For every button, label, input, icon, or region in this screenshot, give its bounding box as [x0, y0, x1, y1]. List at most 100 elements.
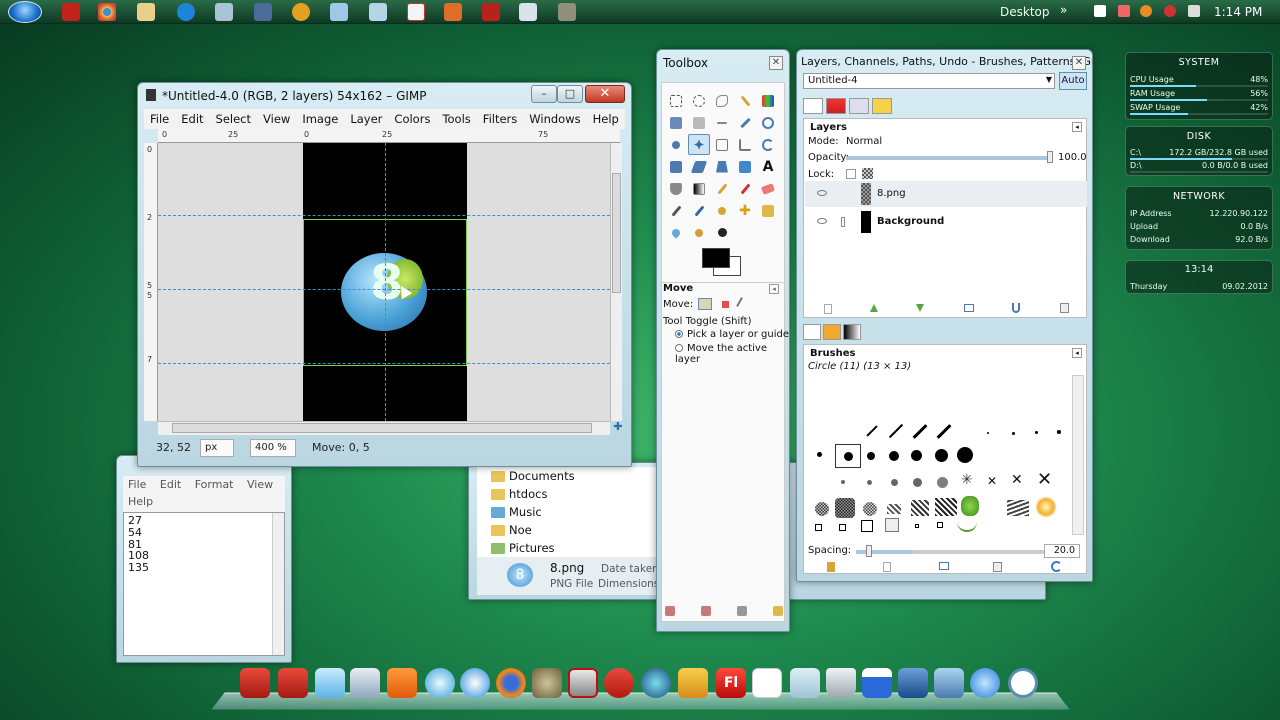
brush-texture[interactable] [887, 504, 901, 514]
layer-row[interactable]: Background [805, 209, 1087, 235]
foreground-color-swatch[interactable] [702, 248, 730, 268]
chrome-icon[interactable] [98, 3, 116, 21]
rotate-tool-icon[interactable] [757, 134, 779, 155]
app-icon[interactable] [215, 3, 233, 21]
lock-pixels-checkbox[interactable] [846, 169, 856, 179]
acrobat-icon[interactable] [278, 668, 308, 698]
image-canvas[interactable]: 8 [158, 143, 610, 421]
menu-edit[interactable]: Edit [175, 109, 209, 129]
trash-icon[interactable] [826, 668, 856, 698]
scroll-thumb[interactable] [612, 173, 621, 293]
brush-circle[interactable] [957, 447, 973, 463]
delete-layer-icon[interactable] [1060, 303, 1069, 313]
new-layer-icon[interactable] [824, 304, 832, 314]
app-tray-icon[interactable] [1118, 5, 1130, 17]
brush-fuzzy[interactable] [937, 477, 948, 488]
scale-tool-icon[interactable] [665, 156, 687, 177]
layer-name[interactable]: Background [877, 216, 944, 227]
tab-gradients-icon[interactable] [843, 324, 861, 340]
layer-row[interactable]: 8.png [805, 181, 1087, 207]
scissors-tool-icon[interactable] [665, 112, 687, 133]
refresh-brush-icon[interactable] [1051, 561, 1062, 572]
tab-layers-icon[interactable] [803, 98, 823, 114]
menu-tools[interactable]: Tools [436, 109, 476, 129]
brush-scrollbar[interactable] [1072, 375, 1084, 535]
restore-options-icon[interactable] [701, 606, 711, 616]
radio-move-active[interactable] [675, 344, 683, 352]
minimize-button[interactable]: – [531, 85, 557, 103]
tool-options-menu-icon[interactable]: ◂ [769, 284, 779, 294]
brush-line-stroke[interactable] [912, 424, 928, 439]
tab-patterns-icon[interactable] [823, 324, 841, 340]
app-icon[interactable] [519, 3, 537, 21]
firefox-icon[interactable] [496, 668, 526, 698]
new-brush-icon[interactable] [883, 562, 891, 572]
paintbrush-tool-icon[interactable] [734, 178, 756, 199]
brush-line-stroke[interactable] [936, 424, 952, 439]
clock-time[interactable]: 1:14 PM [1214, 5, 1262, 19]
delete-options-icon[interactable] [737, 606, 747, 616]
folder-htdocs[interactable]: htdocs [509, 487, 547, 501]
app-icon[interactable] [970, 668, 1000, 698]
toolbox-titlebar[interactable]: Toolbox ✕ [657, 50, 789, 76]
safari-icon[interactable] [460, 668, 490, 698]
brush-circle[interactable] [867, 452, 875, 460]
reset-options-icon[interactable] [773, 606, 783, 616]
notepad-text-area[interactable]: 27 54 81 108 135 [123, 512, 285, 656]
firefox-tray-icon[interactable] [1140, 5, 1152, 17]
brush-vine[interactable] [957, 520, 977, 532]
vertical-ruler[interactable]: 0 2 5 5 7 [144, 143, 158, 421]
menu-filters[interactable]: Filters [477, 109, 523, 129]
calculator-icon[interactable] [350, 668, 380, 698]
calendar-icon[interactable] [862, 668, 892, 698]
clock-icon[interactable] [1008, 668, 1038, 698]
app-icon[interactable] [641, 668, 671, 698]
brush-square[interactable] [915, 524, 919, 528]
fuzzy-select-tool-icon[interactable] [734, 90, 756, 111]
panel-menu-icon[interactable]: ◂ [1072, 122, 1082, 132]
globe-icon[interactable] [425, 668, 455, 698]
brush-texture[interactable] [935, 498, 957, 516]
ink-tool-icon[interactable] [688, 200, 710, 221]
rect-select-tool-icon[interactable] [665, 90, 687, 111]
ellipse-select-tool-icon[interactable] [688, 90, 710, 111]
text-tool-icon[interactable]: A [757, 156, 779, 177]
menu-image[interactable]: Image [296, 109, 344, 129]
brush-cross[interactable]: ✕ [987, 474, 997, 488]
brush-square[interactable] [861, 520, 873, 532]
brush-circle[interactable] [935, 449, 948, 462]
measure-tool-icon[interactable] [665, 134, 687, 155]
option-move-active[interactable]: Move the active layer [675, 343, 789, 365]
visibility-eye-icon[interactable] [817, 190, 827, 196]
move-path-mode-icon[interactable] [735, 297, 750, 311]
mode-selector[interactable]: Normal [846, 136, 882, 147]
brush-texture[interactable] [815, 502, 829, 516]
chevron-down-icon[interactable]: ▼ [1046, 75, 1052, 84]
opacity-value[interactable]: 100.0 [1058, 152, 1087, 163]
bucket-fill-tool-icon[interactable] [665, 178, 687, 199]
image-selector[interactable]: Untitled-4 ▼ [803, 73, 1055, 89]
unit-selector[interactable]: px [200, 439, 234, 457]
brush-circle[interactable] [1012, 432, 1015, 435]
brush-cross[interactable]: ✕ [1011, 472, 1023, 488]
gimp-icon[interactable] [532, 668, 562, 698]
panel-menu-icon[interactable]: ◂ [1072, 348, 1082, 358]
navigate-icon[interactable]: ✚ [612, 421, 624, 433]
zoom-selector[interactable]: 400 % [250, 439, 296, 457]
heal-tool-icon[interactable]: ✚ [734, 200, 756, 221]
perspective-tool-icon[interactable] [711, 156, 733, 177]
layer-name[interactable]: 8.png [877, 188, 906, 199]
menu-file[interactable]: File [123, 476, 151, 493]
brush-fuzzy[interactable] [841, 480, 845, 484]
align-tool-icon[interactable] [711, 134, 733, 155]
horizontal-ruler[interactable]: 0 25 0 25 75 [158, 129, 620, 143]
red-app-icon[interactable] [482, 3, 500, 21]
horizontal-guide[interactable] [158, 363, 610, 364]
pencil-tool-icon[interactable] [711, 178, 733, 199]
blur-tool-icon[interactable] [665, 222, 687, 243]
brush-texture[interactable] [911, 500, 929, 516]
brush-texture[interactable] [1007, 500, 1029, 516]
antivirus-icon[interactable] [1164, 5, 1176, 17]
pdf-icon[interactable] [752, 668, 782, 698]
close-button[interactable]: ✕ [585, 85, 625, 103]
